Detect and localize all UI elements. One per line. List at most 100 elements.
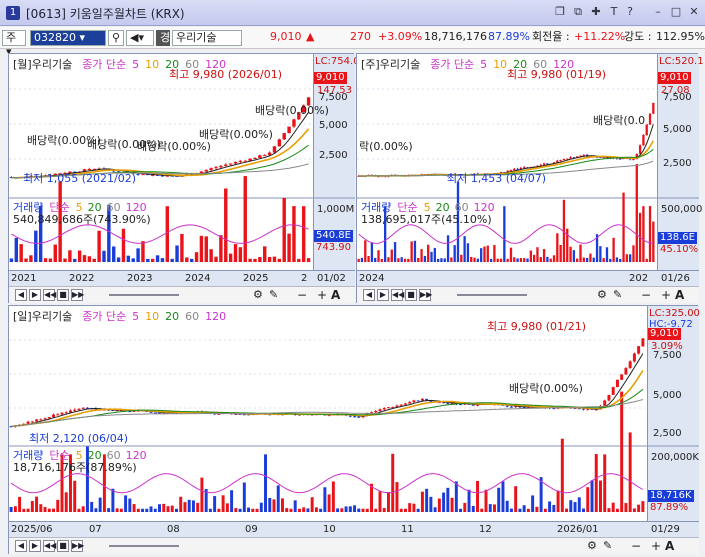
volume-bar — [637, 504, 641, 512]
text-icon[interactable]: T — [607, 5, 621, 19]
volume-bar — [612, 237, 615, 262]
stock-name: 우리기술 — [172, 30, 242, 46]
volume-value: 18,716,176주(87.89%) — [13, 461, 137, 474]
settings-icon[interactable]: ⚙ — [587, 539, 597, 552]
auto-scale-button[interactable]: A — [675, 288, 684, 302]
chart-nav-bar: ◀ ▶ ◀◀ ■ ▶▶ ⚙ ✎ − + A — [357, 286, 699, 303]
settings-icon[interactable]: ⚙ — [597, 288, 607, 301]
minimize-icon[interactable]: – — [651, 5, 665, 19]
scroll-right-button[interactable]: ▶ — [29, 289, 41, 301]
candle-plot[interactable] — [9, 306, 699, 537]
auto-scale-button[interactable]: A — [331, 288, 340, 302]
volume-bar — [243, 176, 247, 262]
zoom-slider[interactable] — [109, 294, 179, 296]
zoom-slider[interactable] — [457, 294, 527, 296]
x-tick-label: 2 — [301, 273, 308, 284]
volume-bar — [97, 230, 101, 262]
volume-bar — [196, 502, 200, 512]
zoom-out-button[interactable]: − — [631, 539, 641, 553]
volume-bar — [297, 508, 301, 512]
volume-bar — [460, 254, 463, 262]
volume-bar — [115, 508, 119, 512]
stock-code-input[interactable]: 032820 ▾ — [30, 30, 106, 46]
scroll-right-button[interactable]: ▶ — [377, 289, 389, 301]
help-icon[interactable]: ? — [623, 5, 637, 19]
volume-bar — [505, 500, 509, 512]
volume-bar — [160, 258, 165, 262]
candle-body — [64, 412, 68, 414]
maximize-icon[interactable]: □ — [669, 5, 683, 19]
x-axis: 2024 202 01/26 — [357, 270, 699, 286]
volume-bar — [450, 497, 454, 512]
monthly-chart-panel[interactable]: [월]우리기술 종가 단순 5 10 20 60 120 LC:754.00 9,010 147.… — [8, 53, 366, 303]
volume-bar — [174, 508, 178, 512]
y-tick-label: 5,000 — [653, 390, 682, 401]
fast-forward-button[interactable]: ▶▶ — [419, 289, 432, 301]
speaker-icon[interactable]: ◀▾ — [126, 30, 154, 46]
y-tick-label: 2,500 — [319, 150, 348, 161]
stop-button[interactable]: ■ — [57, 540, 69, 552]
volume-bar — [90, 501, 94, 512]
x-tick-label: 2024 — [359, 273, 385, 284]
candle-body — [253, 157, 257, 159]
candle-body — [459, 404, 463, 406]
fast-back-button[interactable]: ◀◀ — [43, 289, 56, 301]
candle-body — [648, 113, 652, 125]
volume-bar — [430, 251, 433, 262]
tool-icon[interactable]: ✎ — [613, 288, 622, 301]
volume-bar — [208, 508, 212, 512]
tool-icon[interactable]: ✎ — [269, 288, 278, 301]
fast-forward-button[interactable]: ▶▶ — [71, 289, 84, 301]
volume-bar — [199, 235, 204, 262]
volume-bar — [486, 245, 489, 262]
zoom-in-button[interactable]: + — [661, 288, 671, 302]
volume-bar — [393, 242, 397, 262]
pin-icon[interactable]: ✚ — [589, 5, 603, 19]
scroll-left-button[interactable]: ◀ — [15, 540, 27, 552]
daily-chart-panel[interactable]: [일]우리기술 종가 단순 5 10 20 60 120 LC:325.00 HC:-9.72 9… — [8, 305, 700, 554]
volume-bar — [577, 497, 581, 512]
stop-button[interactable]: ■ — [405, 289, 417, 301]
scroll-right-button[interactable]: ▶ — [29, 540, 41, 552]
volume-bar — [94, 508, 98, 512]
volume-bar — [77, 250, 82, 262]
settings-icon[interactable]: ⚙ — [253, 288, 263, 301]
copy-icon[interactable]: ⧉ — [571, 5, 585, 19]
market-select[interactable]: 주 ▾ — [2, 30, 26, 58]
zoom-in-button[interactable]: + — [651, 539, 661, 553]
fast-back-button[interactable]: ◀◀ — [391, 289, 404, 301]
zoom-out-button[interactable]: − — [641, 288, 651, 302]
zoom-in-button[interactable]: + — [317, 288, 327, 302]
auto-scale-button[interactable]: A — [665, 539, 674, 553]
search-icon[interactable]: ⚲ — [108, 30, 124, 46]
fast-back-button[interactable]: ◀◀ — [43, 540, 56, 552]
zoom-out-button[interactable]: − — [297, 288, 307, 302]
volume-bar — [471, 506, 475, 512]
volume-bar — [506, 258, 509, 262]
volume-bar — [476, 258, 480, 262]
volume-bar — [282, 197, 286, 262]
stop-button[interactable]: ■ — [57, 289, 69, 301]
volume-bar — [609, 258, 612, 262]
fast-forward-button[interactable]: ▶▶ — [71, 540, 84, 552]
volume-bar — [399, 508, 403, 512]
volume-bar — [632, 245, 635, 262]
volume-bar — [214, 256, 218, 262]
volume-bar — [258, 257, 262, 262]
close-icon[interactable]: ✕ — [687, 5, 701, 19]
tool-icon[interactable]: ✎ — [603, 539, 612, 552]
volume-bar — [219, 235, 223, 262]
restore-icon[interactable]: ❐ — [553, 5, 567, 19]
volume-bar — [121, 228, 126, 262]
volume-bar — [263, 246, 267, 262]
zoom-slider[interactable] — [109, 545, 179, 547]
scroll-left-button[interactable]: ◀ — [363, 289, 375, 301]
low-label: 최저 2,120 (06/04) — [29, 432, 129, 445]
volume-bar — [509, 247, 513, 262]
weekly-chart-panel[interactable]: [주]우리기술 종가 단순 5 10 20 60 120 LC:520.1 9,010 27.08… — [356, 53, 704, 303]
volume-bar — [400, 257, 403, 262]
volume-bar — [556, 490, 560, 512]
turnover-label: 회전율 : — [532, 30, 570, 43]
candle-body — [52, 414, 56, 418]
scroll-left-button[interactable]: ◀ — [15, 289, 27, 301]
